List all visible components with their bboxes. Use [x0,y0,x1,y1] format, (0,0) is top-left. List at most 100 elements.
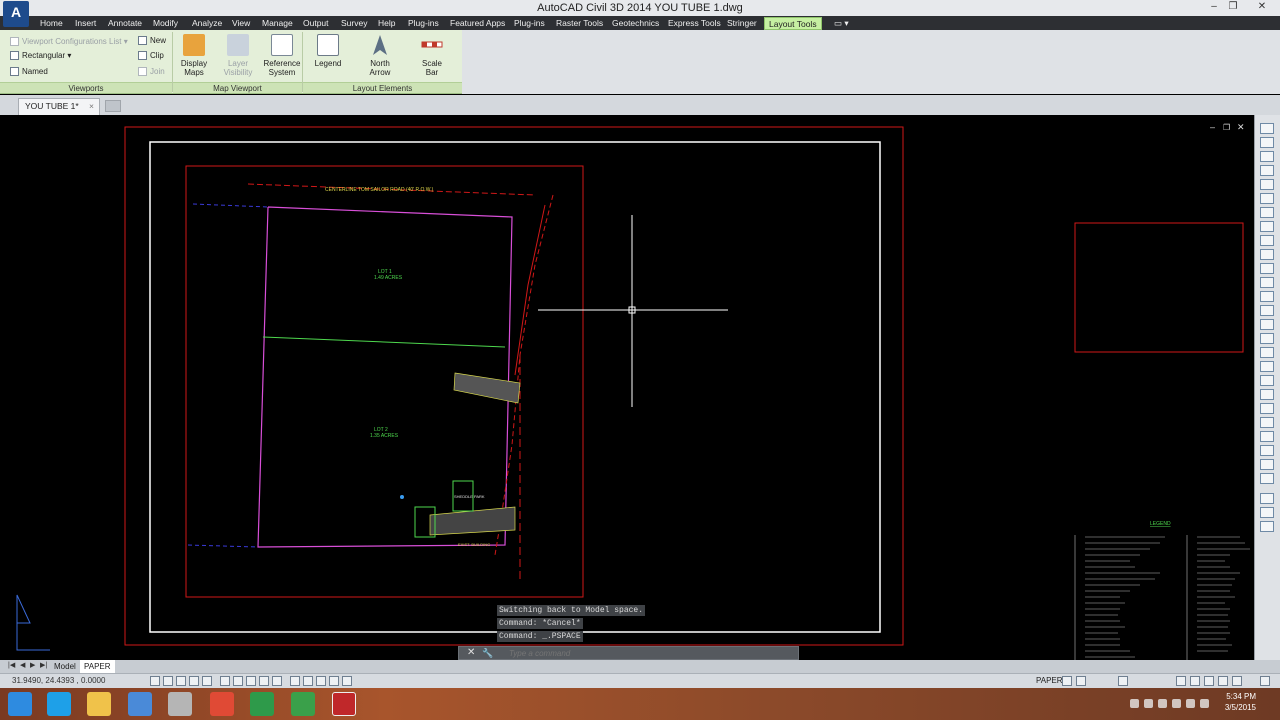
tool-icon[interactable] [1260,221,1274,232]
infer-constraints-icon[interactable] [150,676,160,686]
north-arrow-button[interactable]: North Arrow [362,34,398,77]
viewport-close-icon[interactable]: ✕ [1237,122,1245,132]
customize-wrench-icon[interactable]: 🔧 [482,647,493,659]
quick-view-drawings-icon[interactable] [1076,676,1086,686]
workspace-switching-icon[interactable] [1176,676,1186,686]
tool-icon[interactable] [1260,137,1274,148]
command-input[interactable] [509,648,789,659]
object-snap-icon[interactable] [220,676,230,686]
tool-icon[interactable] [1260,507,1274,518]
new-viewport-button[interactable]: New [138,35,166,47]
tab-stringer[interactable]: Stringer [727,17,757,30]
otrack-icon[interactable] [246,676,256,686]
tab-view[interactable]: View [232,17,250,30]
tool-icon[interactable] [1260,333,1274,344]
tool-icon[interactable] [1260,151,1274,162]
transparency-icon[interactable] [303,676,313,686]
isolate-objects-icon[interactable] [1204,676,1214,686]
last-layout-icon[interactable]: ▶| [40,661,48,671]
close-icon[interactable]: × [89,99,94,114]
tool-icon[interactable] [1260,403,1274,414]
tab-layout-tools[interactable]: Layout Tools [764,17,822,30]
internet-explorer-icon[interactable] [47,692,71,716]
minimize-icon[interactable]: – [1207,1,1221,13]
tool-icon[interactable] [1260,431,1274,442]
tab-raster-tools[interactable]: Raster Tools [556,17,603,30]
autocad-taskbar-icon[interactable] [332,692,356,716]
drawing-area[interactable]: CENTERLINE TOM SAILOR ROAD (40' R.O.W.) … [0,115,1254,660]
tab-plug-ins[interactable]: Plug-ins [514,17,545,30]
tool-icon[interactable] [1260,347,1274,358]
selection-cycling-icon[interactable] [329,676,339,686]
maximize-viewport-icon[interactable] [1118,676,1128,686]
tool-icon[interactable] [1260,521,1274,532]
lock-ui-icon[interactable] [1190,676,1200,686]
tool-icon[interactable] [1260,249,1274,260]
calculator-icon[interactable] [291,692,315,716]
viewport-configurations-list[interactable]: Viewport Configurations List ▾ [10,36,128,48]
tool-icon[interactable] [1260,417,1274,428]
first-layout-icon[interactable]: |◀ [8,661,16,671]
tab-plug-ins[interactable]: Plug-ins [408,17,439,30]
tray-icon[interactable] [1130,699,1139,708]
legend-button[interactable]: Legend [310,34,346,68]
tab-modify[interactable]: Modify [153,17,178,30]
tab-express-tools[interactable]: Express Tools [668,17,721,30]
excel-icon[interactable] [250,692,274,716]
application-icon[interactable] [168,692,192,716]
snap-mode-icon[interactable] [163,676,173,686]
tab-featured-apps[interactable]: Featured Apps [450,17,505,30]
tool-icon[interactable] [1260,361,1274,372]
command-line[interactable]: ✕ 🔧 [458,646,799,660]
media-player-icon[interactable] [128,692,152,716]
rectangular-viewport-button[interactable]: Rectangular ▾ [10,50,71,62]
tab-output[interactable]: Output [303,17,329,30]
tool-icon[interactable] [1260,375,1274,386]
tool-icon[interactable] [1260,207,1274,218]
reference-system-button[interactable]: Reference System [262,34,302,77]
tab-annotate[interactable]: Annotate [108,17,142,30]
tray-icon[interactable] [1200,699,1209,708]
close-icon[interactable]: ✕ [467,647,475,659]
join-viewport-button[interactable]: Join [138,66,165,78]
system-clock[interactable]: 5:34 PM 3/5/2015 [1225,691,1256,713]
ribbon-options-icon[interactable]: ▭ ▾ [834,17,849,30]
quick-view-layouts-icon[interactable] [1062,676,1072,686]
file-tab-you-tube-1[interactable]: YOU TUBE 1* × [18,98,100,115]
close-icon[interactable]: ✕ [1255,1,1269,13]
tool-icon[interactable] [1260,235,1274,246]
next-layout-icon[interactable]: ▶ [30,661,38,671]
viewport-restore-icon[interactable]: ❐ [1223,123,1230,132]
drawing-canvas[interactable]: CENTERLINE TOM SAILOR ROAD (40' R.O.W.) … [0,115,1254,660]
tool-icon[interactable] [1260,263,1274,274]
tool-icon[interactable] [1260,165,1274,176]
maximize-icon[interactable]: ❐ [1226,1,1240,13]
coordinate-readout[interactable]: 31.9490, 24.4393 , 0.0000 [12,676,105,685]
tool-icon[interactable] [1260,179,1274,190]
application-menu-button[interactable]: A [3,1,29,27]
quick-properties-icon[interactable] [316,676,326,686]
hardware-acceleration-icon[interactable] [1218,676,1228,686]
tab-manage[interactable]: Manage [262,17,293,30]
tool-icon[interactable] [1260,389,1274,400]
tray-icon[interactable] [1144,699,1153,708]
named-viewport-button[interactable]: Named [10,66,48,78]
tab-insert[interactable]: Insert [75,17,96,30]
tool-icon[interactable] [1260,291,1274,302]
tab-help[interactable]: Help [378,17,395,30]
tab-paper[interactable]: PAPER [80,660,115,673]
tray-icon[interactable] [1172,699,1181,708]
chrome-icon[interactable] [210,692,234,716]
scale-bar-button[interactable]: Scale Bar [416,34,448,77]
3d-osnap-icon[interactable] [233,676,243,686]
tool-icon[interactable] [1260,473,1274,484]
dynamic-input-icon[interactable] [272,676,282,686]
viewport-minimize-icon[interactable]: – [1210,122,1215,132]
tool-icon[interactable] [1260,493,1274,504]
tool-icon[interactable] [1260,123,1274,134]
grid-display-icon[interactable] [176,676,186,686]
tab-home[interactable]: Home [40,17,63,30]
tool-icon[interactable] [1260,277,1274,288]
tool-icon[interactable] [1260,305,1274,316]
display-maps-button[interactable]: Display Maps [176,34,212,77]
